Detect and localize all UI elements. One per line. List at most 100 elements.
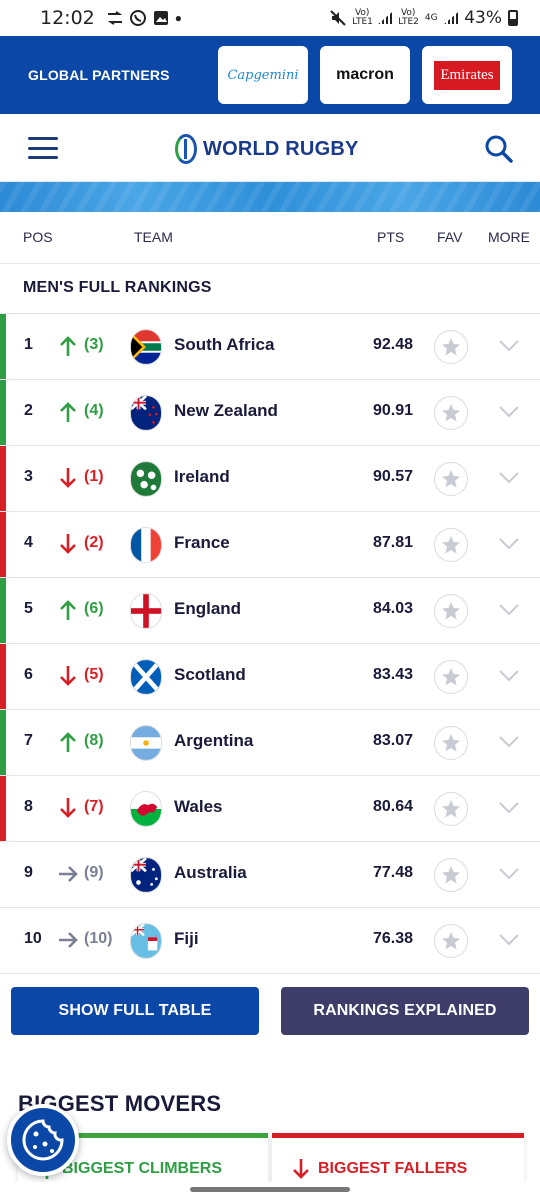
status-notification-icons: ● bbox=[107, 9, 182, 27]
chevron-down-icon[interactable] bbox=[498, 867, 520, 881]
team-points: 87.81 bbox=[372, 534, 413, 551]
table-row[interactable]: 6 (5) Scotland 83.43 bbox=[0, 644, 540, 710]
table-row[interactable]: 5 (6) England 84.03 bbox=[0, 578, 540, 644]
arrow-up-icon bbox=[60, 336, 76, 356]
arrow-right-icon bbox=[59, 866, 78, 882]
star-icon bbox=[442, 734, 460, 752]
favourite-button[interactable] bbox=[434, 858, 468, 892]
france-flag-icon bbox=[130, 527, 162, 563]
team-points: 80.64 bbox=[372, 798, 413, 815]
rank-position: 4 bbox=[24, 534, 33, 551]
show-full-table-button[interactable]: SHOW FULL TABLE bbox=[11, 987, 259, 1035]
favourite-button[interactable] bbox=[434, 594, 468, 628]
biggest-fallers-card[interactable]: BIGGEST FALLERS bbox=[272, 1133, 524, 1183]
chevron-down-icon[interactable] bbox=[498, 735, 520, 749]
rankings-explained-button[interactable]: RANKINGS EXPLAINED bbox=[281, 987, 529, 1035]
col-team: TEAM bbox=[134, 229, 173, 245]
favourite-button[interactable] bbox=[434, 660, 468, 694]
emirates-logo[interactable]: Emirates bbox=[422, 46, 512, 104]
arrow-right-icon bbox=[59, 932, 78, 948]
team-name: Fiji bbox=[174, 929, 199, 948]
trend-bar bbox=[0, 380, 6, 445]
chevron-down-icon[interactable] bbox=[498, 471, 520, 485]
favourite-button[interactable] bbox=[434, 792, 468, 826]
brand-name: WORLD RUGBY bbox=[203, 137, 359, 160]
arrow-down-icon bbox=[60, 534, 76, 554]
signal-icon bbox=[378, 12, 393, 24]
trend-bar bbox=[0, 512, 6, 577]
favourite-button[interactable] bbox=[434, 924, 468, 958]
chevron-down-icon[interactable] bbox=[498, 801, 520, 815]
table-row[interactable]: 3 (1) Ireland 90.57 bbox=[0, 446, 540, 512]
table-row[interactable]: 2 (4) New Zealand 90.91 bbox=[0, 380, 540, 446]
battery-percent: 43% bbox=[464, 8, 502, 28]
chevron-down-icon[interactable] bbox=[498, 339, 520, 353]
section-title: MEN'S FULL RANKINGS bbox=[23, 279, 212, 296]
cookie-settings-button[interactable] bbox=[7, 1104, 79, 1176]
team-name: England bbox=[174, 599, 242, 618]
mute-icon bbox=[330, 10, 346, 26]
sim1-label: Vo) LTE1 bbox=[352, 8, 373, 27]
star-icon bbox=[442, 800, 460, 818]
table-row[interactable]: 7 (8) Argentina 83.07 bbox=[0, 710, 540, 776]
chevron-down-icon[interactable] bbox=[498, 933, 520, 947]
battery-icon bbox=[508, 10, 518, 26]
team-points: 77.48 bbox=[372, 864, 413, 881]
team-name: Wales bbox=[174, 797, 223, 816]
arrow-up-icon bbox=[60, 402, 76, 422]
chevron-down-icon[interactable] bbox=[498, 669, 520, 683]
team-name: Scotland bbox=[174, 665, 246, 684]
search-icon[interactable] bbox=[484, 134, 514, 164]
status-time: 12:02 bbox=[40, 7, 95, 29]
capgemini-logo[interactable]: Capgemini bbox=[218, 46, 308, 104]
home-gesture-handle[interactable] bbox=[190, 1187, 350, 1192]
table-row[interactable]: 9 (9) Australia 77.48 bbox=[0, 842, 540, 908]
favourite-button[interactable] bbox=[434, 330, 468, 364]
table-row[interactable]: 1 (3) South Africa 92.48 bbox=[0, 314, 540, 380]
rank-position: 3 bbox=[24, 468, 33, 485]
rank-position: 6 bbox=[24, 666, 33, 683]
trend-bar bbox=[0, 446, 6, 511]
hero-image-strip bbox=[0, 182, 540, 212]
favourite-button[interactable] bbox=[434, 462, 468, 496]
favourite-button[interactable] bbox=[434, 528, 468, 562]
macron-logo[interactable]: macron bbox=[320, 46, 410, 104]
rank-position: 2 bbox=[24, 402, 33, 419]
col-pos: POS bbox=[23, 229, 53, 245]
hamburger-menu-icon[interactable] bbox=[28, 137, 58, 159]
star-icon bbox=[442, 668, 460, 686]
table-row[interactable]: 10 (10) Fiji 76.38 bbox=[0, 908, 540, 974]
partners-title: GLOBAL PARTNERS bbox=[28, 67, 170, 83]
site-header: WORLD RUGBY bbox=[0, 114, 540, 182]
previous-rank: (2) bbox=[84, 534, 104, 551]
team-name: France bbox=[174, 533, 230, 552]
col-pts: PTS bbox=[377, 229, 405, 245]
south-africa-flag-icon bbox=[130, 329, 162, 365]
system-nav-bar bbox=[0, 1182, 540, 1200]
trend-bar bbox=[0, 314, 6, 379]
chevron-down-icon[interactable] bbox=[498, 603, 520, 617]
team-points: 76.38 bbox=[372, 930, 413, 947]
trend-bar bbox=[0, 710, 6, 775]
cookie-icon bbox=[22, 1119, 64, 1161]
star-icon bbox=[442, 932, 460, 950]
previous-rank: (4) bbox=[84, 402, 104, 419]
world-rugby-logo[interactable]: WORLD RUGBY bbox=[175, 134, 359, 164]
chevron-down-icon[interactable] bbox=[498, 405, 520, 419]
team-points: 84.03 bbox=[372, 600, 413, 617]
team-points: 90.57 bbox=[372, 468, 413, 485]
favourite-button[interactable] bbox=[434, 726, 468, 760]
star-icon bbox=[442, 602, 460, 620]
table-row[interactable]: 8 (7) Wales 80.64 bbox=[0, 776, 540, 842]
table-row[interactable]: 4 (2) France 87.81 bbox=[0, 512, 540, 578]
previous-rank: (8) bbox=[84, 732, 104, 749]
favourite-button[interactable] bbox=[434, 396, 468, 430]
chevron-down-icon[interactable] bbox=[498, 537, 520, 551]
scotland-flag-icon bbox=[130, 659, 162, 695]
previous-rank: (5) bbox=[84, 666, 104, 683]
trend-bar bbox=[0, 578, 6, 643]
new-zealand-flag-icon bbox=[130, 395, 162, 431]
sync-icon bbox=[107, 11, 123, 25]
ireland-flag-icon bbox=[130, 461, 162, 497]
biggest-climbers-label: BIGGEST CLIMBERS bbox=[62, 1160, 223, 1177]
